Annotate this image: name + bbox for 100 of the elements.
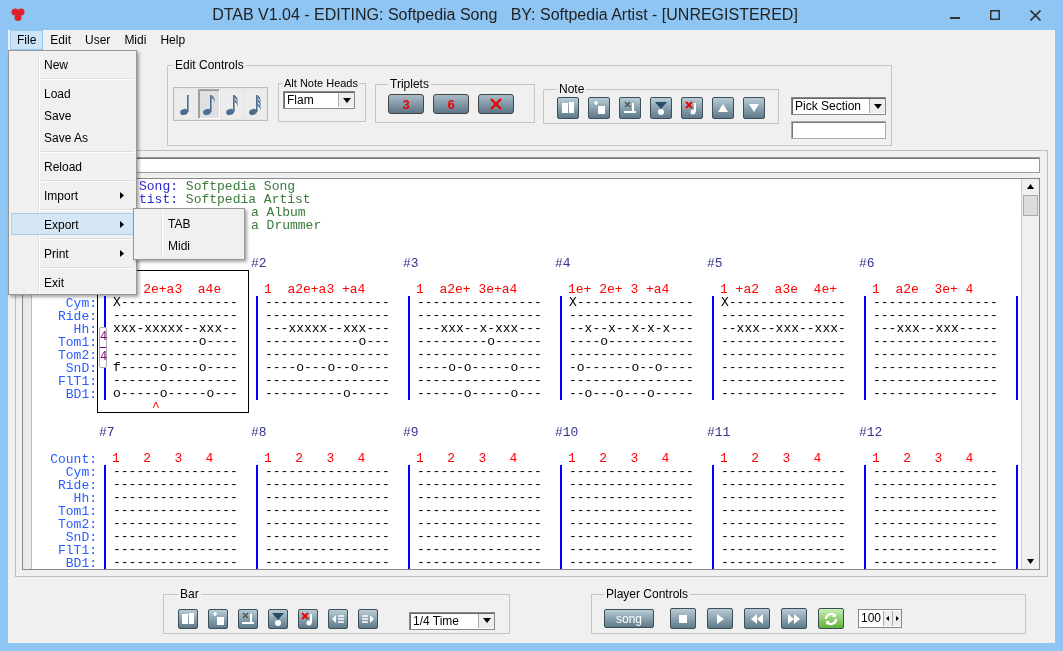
bar-number: #8 xyxy=(250,426,268,439)
count-line: 1 2 3 4 xyxy=(871,452,975,465)
tab-line: ---------------- xyxy=(721,543,846,556)
left-button[interactable] xyxy=(328,608,348,629)
tab-line: ---------------- xyxy=(265,491,390,504)
caret-icon xyxy=(873,103,882,109)
tab-line: ---------------- xyxy=(113,530,238,543)
track-label: BD1: xyxy=(64,388,97,401)
copy-button[interactable] xyxy=(557,97,579,119)
menu-item[interactable]: Midi xyxy=(117,30,154,50)
tab-line: ---------------- xyxy=(721,556,846,569)
tab-line: ---------------- xyxy=(113,465,238,478)
tab-line: ---------------- xyxy=(417,543,542,556)
clear-button[interactable] xyxy=(238,608,258,629)
menu-item[interactable]: Load xyxy=(11,82,134,104)
tab-line: ---------------- xyxy=(873,517,998,530)
tab-line: ---------------- xyxy=(721,465,846,478)
fill-button[interactable] xyxy=(268,608,288,629)
stop-button[interactable] xyxy=(670,608,696,629)
note-head-select[interactable]: Flam xyxy=(283,91,355,109)
loop-button[interactable] xyxy=(818,608,844,629)
clear-triplet-button[interactable] xyxy=(478,94,514,114)
minimize-icon xyxy=(950,17,960,19)
tab-line: ---------------- xyxy=(417,530,542,543)
tab-line: ---------------- xyxy=(873,491,998,504)
tab-line: ---------------- xyxy=(265,543,390,556)
rewind-button[interactable] xyxy=(744,608,770,629)
play-button[interactable] xyxy=(707,608,733,629)
tab-line: ---------------- xyxy=(113,556,238,569)
scrollbar[interactable] xyxy=(1021,179,1039,569)
fill-icon xyxy=(270,610,286,627)
tab-line: ---------------- xyxy=(721,309,846,322)
menu-item[interactable]: Reload xyxy=(11,155,134,177)
section-select[interactable]: Pick Section xyxy=(791,97,886,115)
tab-line: ---------------- xyxy=(569,348,694,361)
menu-item[interactable]: Export xyxy=(11,213,134,235)
menu-item[interactable]: New xyxy=(11,53,134,75)
tab-line: --xxx--xxx--xxx- xyxy=(721,322,846,335)
tab-line: ---------------- xyxy=(265,348,390,361)
insert-button[interactable] xyxy=(588,97,610,119)
track-label: SnD: xyxy=(64,362,97,375)
menu-item[interactable]: Help xyxy=(153,30,193,50)
menu-item[interactable]: File xyxy=(10,30,44,50)
tab-line: ----o----------- xyxy=(569,335,694,348)
note-button[interactable] xyxy=(198,89,220,119)
tempo-spinner[interactable]: 100 xyxy=(858,609,903,628)
tab-line: ---------------- xyxy=(721,517,846,530)
insert-button[interactable] xyxy=(208,608,228,629)
group-title: Triplets xyxy=(389,77,430,91)
app-icon xyxy=(10,8,26,22)
menu-item[interactable]: Import xyxy=(11,184,134,206)
tab-line: ---xxx--xxx----- xyxy=(873,322,998,335)
copy-icon xyxy=(560,100,576,116)
menu-item[interactable]: Exit xyxy=(11,271,134,293)
group-title: Note xyxy=(558,82,586,96)
note-button[interactable] xyxy=(175,89,197,119)
bar-number: #12 xyxy=(858,426,884,439)
tab-line: ---xxx--x-xxx--- xyxy=(417,322,542,335)
note-button[interactable] xyxy=(244,89,266,119)
delete-button[interactable] xyxy=(298,608,318,629)
menu-item[interactable]: Edit xyxy=(43,30,79,50)
tab-line: ---------------- xyxy=(417,504,542,517)
tab-line: ---------------- xyxy=(721,504,846,517)
right-button[interactable] xyxy=(358,608,378,629)
field-label: Song: xyxy=(139,179,178,194)
copy-button[interactable] xyxy=(178,608,198,629)
tab-line: ---------------- xyxy=(569,556,694,569)
down-button[interactable] xyxy=(743,97,765,119)
tab-line: ---------------- xyxy=(417,491,542,504)
track-label: FlT1: xyxy=(57,544,97,557)
count-line: 1 a2e+a3 +a4 xyxy=(263,283,367,296)
bar-number: #9 xyxy=(402,426,420,439)
menu-item[interactable]: Midi xyxy=(136,234,242,256)
up-button[interactable] xyxy=(712,97,734,119)
clear-button[interactable] xyxy=(619,97,641,119)
track-label: Cym: xyxy=(65,297,97,310)
bar-number: #11 xyxy=(706,426,732,439)
bar-number: #4 xyxy=(554,257,572,270)
bar-number: #5 xyxy=(706,257,724,270)
tab-line: ---------------- xyxy=(417,478,542,491)
input-field[interactable] xyxy=(791,121,886,139)
track-label: Count: xyxy=(49,453,97,466)
copy-icon xyxy=(180,610,196,627)
menu-item[interactable]: User xyxy=(78,30,118,50)
note-button[interactable] xyxy=(221,89,243,119)
time-select[interactable]: 1/4 Time xyxy=(409,611,495,630)
menu-item[interactable]: Print xyxy=(11,242,134,264)
fast-forward-button[interactable] xyxy=(781,608,807,629)
menu-item[interactable]: Save As xyxy=(11,126,134,148)
delete-button[interactable] xyxy=(681,97,703,119)
menu-item[interactable]: TAB xyxy=(136,212,242,234)
tab-line: ---------------- xyxy=(417,465,542,478)
tab-line: ---------------- xyxy=(569,465,694,478)
count-line: 1 2 3 4 xyxy=(719,452,823,465)
fill-button[interactable] xyxy=(650,97,672,119)
loop-icon xyxy=(823,610,839,627)
tab-line: ---------------- xyxy=(417,517,542,530)
tab-line: ----------o----- xyxy=(265,387,390,400)
menu-item[interactable]: Save xyxy=(11,104,134,126)
scroll-thumb[interactable] xyxy=(1023,195,1038,216)
